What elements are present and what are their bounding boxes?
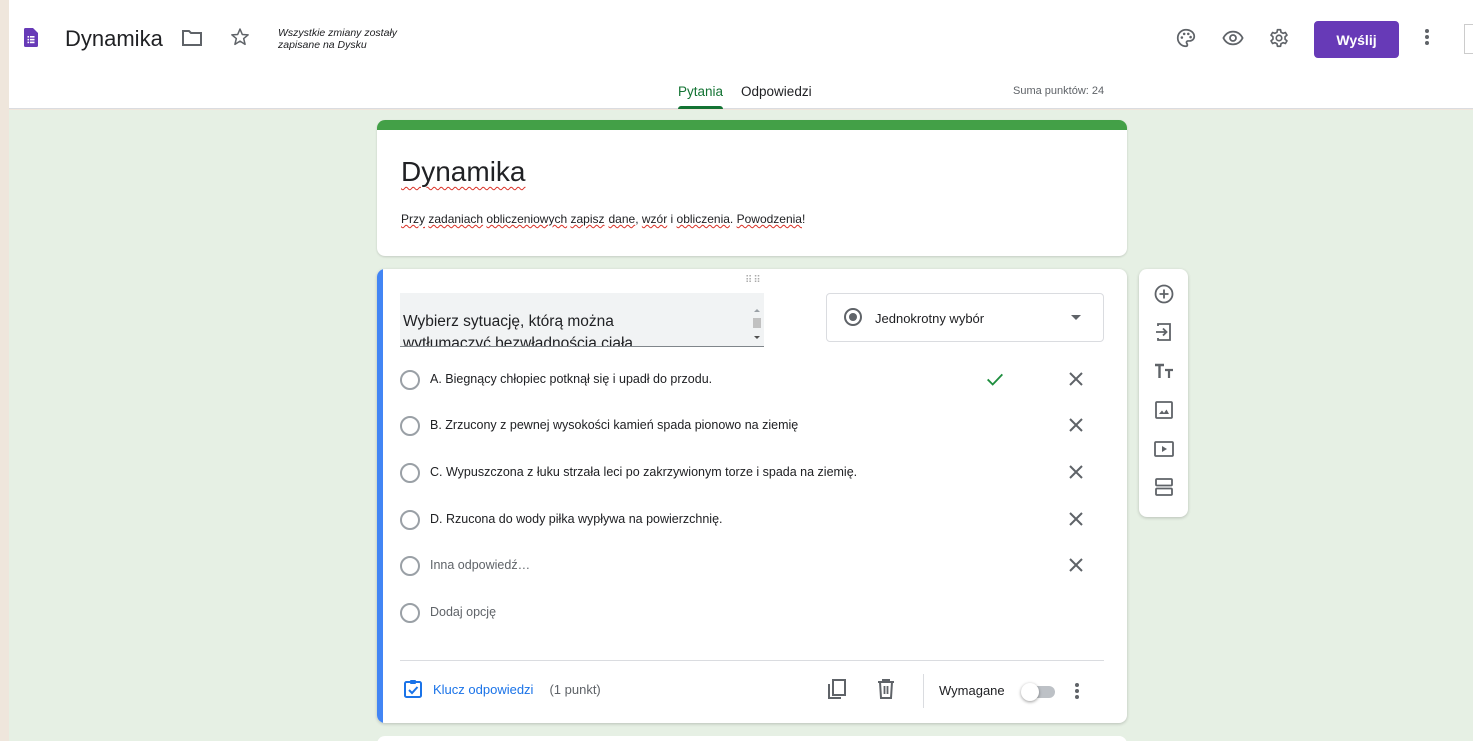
answer-key-label: Klucz odpowiedzi [433,681,534,697]
option-label[interactable]: C. Wypuszczona z łuku strzała leci po za… [430,465,857,479]
radio-circle-icon [400,603,420,623]
close-icon[interactable] [1067,463,1085,481]
add-option[interactable]: Dodaj opcję [400,601,1100,625]
question-text-line1: Wybierz sytuację, którą można [403,313,614,330]
radio-circle-icon [400,416,420,436]
google-forms-icon[interactable] [24,28,38,47]
more-vert-icon[interactable] [1074,681,1080,701]
radio-button-icon [844,308,862,326]
required-toggle[interactable] [1021,683,1057,701]
theme-accent-bar [377,120,1127,130]
desc-word: dane [608,212,636,226]
duplicate-icon[interactable] [826,678,848,700]
trash-icon[interactable] [876,678,896,700]
form-title[interactable]: Dynamika [401,156,525,188]
import-questions-icon[interactable] [1153,321,1175,343]
main-tabs: Pytania Odpowiedzi [669,84,821,109]
divider [923,674,924,708]
top-app-bar: Dynamika Wszystkie zmiany zostały zapisa… [9,0,1473,109]
next-question-card[interactable] [377,736,1127,741]
close-icon[interactable] [1067,556,1085,574]
add-section-icon[interactable] [1153,476,1175,498]
radio-circle-icon [400,556,420,576]
active-question-indicator [377,269,383,723]
choice-option-d[interactable]: D. Rzucona do wody piłka wypływa na powi… [400,508,1100,532]
desc-word: Przy [401,212,425,226]
close-icon[interactable] [1067,510,1085,528]
choice-option-other[interactable]: Inna odpowiedź… [400,554,1100,578]
desc-word: obliczenia [676,212,730,226]
tab-responses[interactable]: Odpowiedzi [732,84,821,109]
option-label[interactable]: D. Rzucona do wody piłka wypływa na powi… [430,512,723,526]
floating-toolbar [1139,269,1188,517]
folder-icon[interactable] [181,29,203,47]
correct-check-icon [987,373,1003,386]
desc-word: wzór [641,212,668,226]
add-option-label[interactable]: Dodaj opcję [430,605,496,619]
palette-icon[interactable] [1175,27,1197,49]
save-status-line1: Wszystkie zmiany zostały [278,27,398,39]
total-points: Suma punktów: 24 [1013,85,1105,97]
desc-text: , [635,212,642,226]
required-label: Wymagane [939,683,1005,698]
add-question-icon[interactable] [1153,283,1175,305]
form-description[interactable]: Przy zadaniach obliczeniowych zapisz dane… [401,212,805,226]
eye-preview-icon[interactable] [1222,27,1244,49]
more-vert-icon[interactable] [1424,27,1430,47]
desc-word: zapisz [570,212,605,226]
chevron-down-icon [1071,315,1081,320]
gear-icon[interactable] [1268,27,1290,49]
document-title[interactable]: Dynamika [65,26,163,52]
question-type-label: Jednokrotny wybór [875,311,985,326]
option-label[interactable]: A. Biegnący chłopiec potknął się i upadł… [430,372,712,386]
save-status: Wszystkie zmiany zostały zapisane na Dys… [278,27,438,51]
desc-word: zadaniach [428,212,484,226]
add-title-icon[interactable] [1153,360,1175,382]
answer-key-button[interactable]: Klucz odpowiedzi (1 punkt) [403,679,601,699]
assignment-check-icon [404,680,422,698]
choice-option-c[interactable]: C. Wypuszczona z łuku strzała leci po za… [400,461,1100,485]
points-label: (1 punkt) [549,681,601,697]
radio-circle-icon [400,463,420,483]
desc-word: obliczeniowych [486,212,568,226]
close-icon[interactable] [1067,370,1085,388]
desc-text: ! [801,212,806,226]
send-button[interactable]: Wyślij [1314,21,1399,58]
desc-text: . [729,212,737,226]
option-label[interactable]: B. Zrzucony z pewnej wysokości kamień sp… [430,418,798,432]
divider [400,660,1104,661]
question-type-dropdown[interactable]: Jednokrotny wybór [826,293,1104,342]
tab-questions[interactable]: Pytania [669,84,732,109]
toggle-knob [1021,683,1039,701]
radio-circle-icon [400,510,420,530]
question-card[interactable]: ⠿⠿ Wybierz sytuację, którą można wytłuma… [377,269,1127,723]
star-icon[interactable] [230,27,250,47]
close-icon[interactable] [1067,416,1085,434]
add-video-icon[interactable] [1153,438,1175,460]
scrollbar[interactable] [752,307,762,341]
question-title-input[interactable]: Wybierz sytuację, którą można wytłumaczy… [400,293,764,347]
choice-option-a[interactable]: A. Biegnący chłopiec potknął się i upadł… [400,368,1100,392]
add-image-icon[interactable] [1153,399,1175,421]
radio-circle-icon [400,370,420,390]
option-label[interactable]: Inna odpowiedź… [430,558,530,572]
choice-option-b[interactable]: B. Zrzucony z pewnej wysokości kamień sp… [400,414,1100,438]
avatar[interactable] [1464,24,1473,54]
question-text-line2: wytłumaczyć bezwładnością ciała [403,335,634,347]
form-header-card[interactable]: Dynamika Przy zadaniach obliczeniowych z… [377,120,1127,256]
desc-text: i [667,212,677,226]
save-status-line2: zapisane na Dysku [278,39,367,51]
desc-word: Powodzenia [736,212,802,226]
drag-handle-icon[interactable]: ⠿⠿ [745,275,762,286]
